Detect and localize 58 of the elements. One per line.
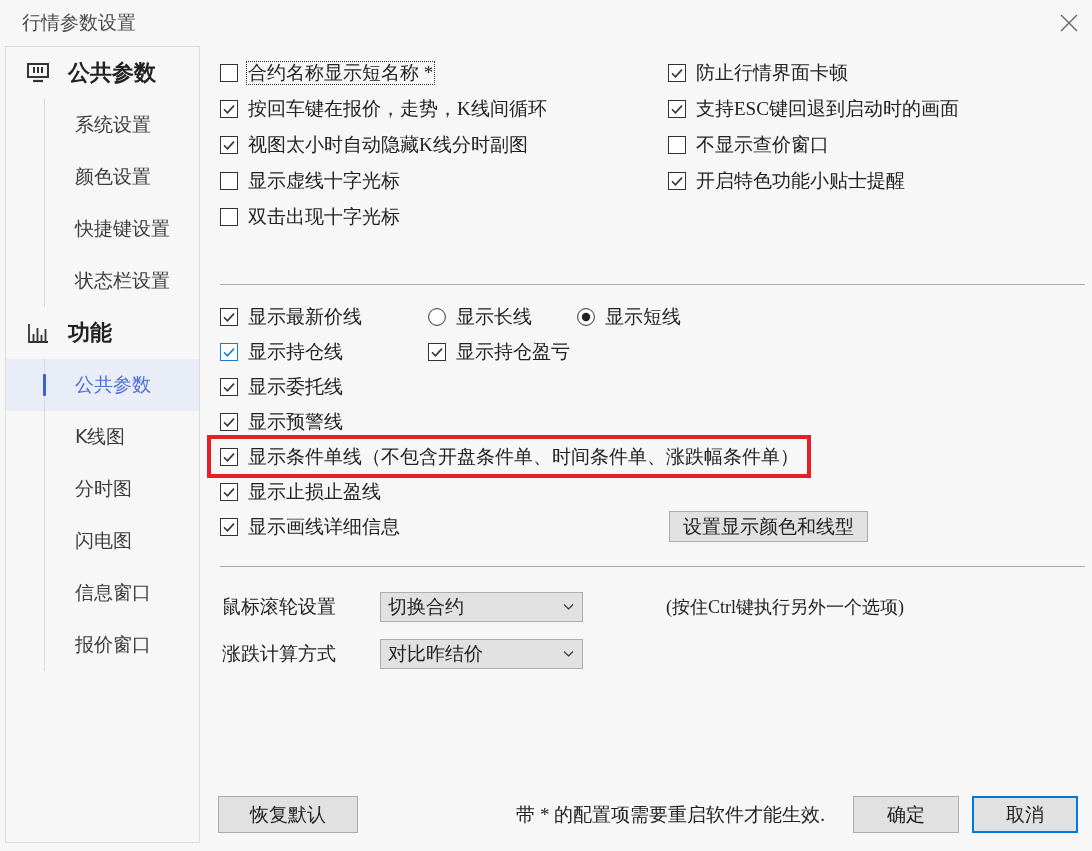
- radio-label: 显示短线: [604, 304, 682, 329]
- checkbox-label: 不显示查价窗口: [695, 133, 830, 157]
- checkbox[interactable]: [220, 482, 238, 501]
- monitor-icon: [27, 63, 49, 83]
- dialog-button[interactable]: 确定: [853, 796, 959, 833]
- radio-button[interactable]: [428, 307, 446, 326]
- checkbox-label: 显示最新价线: [247, 304, 363, 329]
- checkbox[interactable]: [220, 342, 238, 361]
- checkbox[interactable]: [220, 377, 238, 396]
- dropdown[interactable]: 对比昨结价: [380, 638, 583, 669]
- checkbox[interactable]: [220, 447, 238, 466]
- bar-chart-icon: [27, 323, 49, 343]
- checkbox[interactable]: [220, 307, 238, 326]
- checkbox[interactable]: [668, 64, 686, 82]
- radio-label: 显示长线: [455, 304, 533, 329]
- checkbox[interactable]: [220, 517, 238, 536]
- dialog-button[interactable]: 取消: [972, 796, 1078, 833]
- checkbox-label: 视图太小时自动隐藏K线分时副图: [247, 133, 529, 157]
- checkbox-label: 显示条件单线（不包含开盘条件单、时间条件单、涨跌幅条件单）: [247, 444, 800, 469]
- checkbox-label: 显示虚线十字光标: [247, 169, 401, 193]
- restart-note: 带 * 的配置项需要重启软件才能生效.: [516, 802, 825, 827]
- checkbox-label: 显示委托线: [247, 374, 344, 399]
- checkbox[interactable]: [220, 100, 238, 118]
- checkbox-label: 显示持仓线: [247, 339, 344, 364]
- checkbox[interactable]: [220, 412, 238, 431]
- checkbox-label: 开启特色功能小贴士提醒: [695, 169, 906, 193]
- setting-label: 涨跌计算方式: [222, 641, 337, 666]
- line-style-button[interactable]: 设置显示颜色和线型: [669, 511, 868, 542]
- checkbox-label: 合约名称显示短名称 *: [246, 61, 436, 85]
- checkbox-label: 按回车键在报价，走势，K线间循环: [247, 97, 548, 121]
- dropdown[interactable]: 切换合约: [380, 591, 583, 622]
- checkbox[interactable]: [220, 208, 238, 226]
- checkbox-label: 显示止损止盈线: [247, 479, 382, 504]
- chevron-down-icon: [563, 603, 574, 610]
- checkbox[interactable]: [668, 100, 686, 118]
- checkbox[interactable]: [428, 342, 446, 361]
- setting-label: 鼠标滚轮设置: [222, 594, 337, 619]
- checkbox-label: 显示持仓盈亏: [455, 339, 571, 364]
- checkbox[interactable]: [220, 64, 238, 82]
- chevron-down-icon: [563, 650, 574, 657]
- reset-button[interactable]: 恢复默认: [218, 796, 358, 833]
- selected-bar-icon: [43, 374, 46, 396]
- checkbox-label: 显示画线详细信息: [247, 514, 401, 539]
- checkbox-label: 双击出现十字光标: [247, 205, 401, 229]
- setting-note: (按住Ctrl键执行另外一个选项): [666, 595, 904, 619]
- checkbox[interactable]: [668, 136, 686, 154]
- close-icon[interactable]: [1060, 14, 1078, 32]
- checkbox-label: 防止行情界面卡顿: [695, 61, 849, 85]
- checkbox-label: 显示预警线: [247, 409, 344, 434]
- checkbox-label: 支持ESC键回退到启动时的画面: [695, 97, 960, 121]
- checkbox[interactable]: [220, 136, 238, 154]
- sidebar-item[interactable]: 公共参数: [6, 359, 199, 411]
- radio-button[interactable]: [577, 307, 595, 326]
- checkbox[interactable]: [220, 172, 238, 190]
- checkbox[interactable]: [668, 172, 686, 190]
- sidebar-group-title: 功能: [68, 319, 112, 347]
- sidebar-group-title: 公共参数: [68, 59, 156, 87]
- window-title: 行情参数设置: [22, 10, 136, 35]
